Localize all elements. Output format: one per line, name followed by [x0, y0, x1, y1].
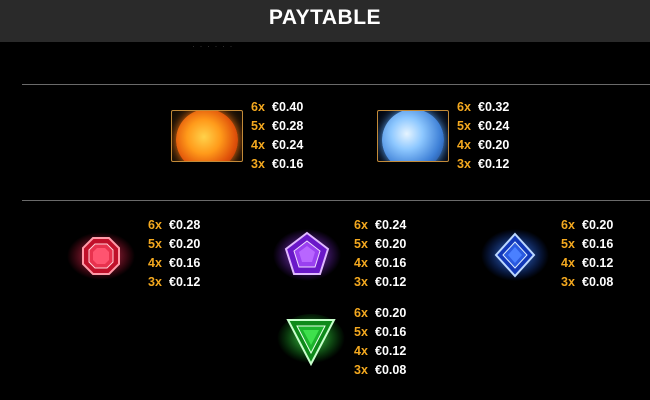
- pay-multiplier: 5x: [354, 237, 368, 251]
- pay-row: 5x €0.20: [354, 235, 406, 254]
- pay-multiplier: 5x: [251, 119, 265, 133]
- pay-multiplier: 6x: [457, 100, 471, 114]
- paytable-blue-gem: 6x €0.20 5x €0.16 4x €0.12 3x €0.08: [561, 216, 613, 292]
- pay-row: 4x €0.16: [148, 254, 200, 273]
- pay-row: 6x €0.32: [457, 98, 509, 117]
- pay-row: 4x €0.12: [561, 254, 613, 273]
- pay-multiplier: 3x: [354, 275, 368, 289]
- pay-row: 3x €0.12: [148, 273, 200, 292]
- moon-icon: [377, 110, 449, 162]
- pay-amount: €0.08: [375, 363, 407, 377]
- pay-row: 5x €0.16: [561, 235, 613, 254]
- pay-row: 5x €0.24: [457, 117, 509, 136]
- pay-multiplier: 6x: [354, 306, 368, 320]
- pay-row: 5x €0.28: [251, 117, 303, 136]
- pay-row: 5x €0.16: [354, 323, 406, 342]
- paytable-moon: 6x €0.32 5x €0.24 4x €0.20 3x €0.12: [457, 98, 509, 174]
- pay-row: 6x €0.28: [148, 216, 200, 235]
- paytable-sun: 6x €0.40 5x €0.28 4x €0.24 3x €0.16: [251, 98, 303, 174]
- pay-amount: €0.16: [582, 237, 614, 251]
- pay-amount: €0.12: [375, 344, 407, 358]
- pay-multiplier: 3x: [148, 275, 162, 289]
- pay-multiplier: 4x: [354, 344, 368, 358]
- divider-middle: [22, 200, 650, 201]
- pay-multiplier: 3x: [354, 363, 368, 377]
- pay-multiplier: 4x: [354, 256, 368, 270]
- pay-multiplier: 3x: [251, 157, 265, 171]
- pay-amount: €0.20: [478, 138, 510, 152]
- pay-amount: €0.20: [375, 306, 407, 320]
- pay-multiplier: 4x: [148, 256, 162, 270]
- blue-diamond-gem-icon: [480, 224, 550, 286]
- pay-multiplier: 6x: [354, 218, 368, 232]
- pay-row: 3x €0.12: [354, 273, 406, 292]
- pay-amount: €0.40: [272, 100, 304, 114]
- pay-amount: €0.12: [375, 275, 407, 289]
- pay-row: 6x €0.20: [354, 304, 406, 323]
- red-octagon-gem-icon: [66, 226, 136, 286]
- sun-icon: [171, 110, 243, 162]
- pay-row: 6x €0.40: [251, 98, 303, 117]
- pay-amount: €0.16: [375, 325, 407, 339]
- pay-multiplier: 4x: [561, 256, 575, 270]
- paytable-purple-gem: 6x €0.24 5x €0.20 4x €0.16 3x €0.12: [354, 216, 406, 292]
- pay-multiplier: 3x: [561, 275, 575, 289]
- pay-multiplier: 3x: [457, 157, 471, 171]
- pay-amount: €0.12: [478, 157, 510, 171]
- pay-row: 3x €0.08: [561, 273, 613, 292]
- pay-amount: €0.16: [375, 256, 407, 270]
- pay-amount: €0.20: [582, 218, 614, 232]
- pay-row: 3x €0.12: [457, 155, 509, 174]
- pay-multiplier: 6x: [561, 218, 575, 232]
- pay-multiplier: 4x: [457, 138, 471, 152]
- pay-row: 6x €0.20: [561, 216, 613, 235]
- faint-text: · · · · · ·: [192, 41, 234, 51]
- pay-amount: €0.16: [169, 256, 201, 270]
- pay-row: 3x €0.16: [251, 155, 303, 174]
- pay-multiplier: 5x: [354, 325, 368, 339]
- pay-multiplier: 6x: [251, 100, 265, 114]
- pay-amount: €0.24: [375, 218, 407, 232]
- pay-amount: €0.12: [582, 256, 614, 270]
- page-title: PAYTABLE: [268, 6, 382, 29]
- pay-amount: €0.24: [272, 138, 304, 152]
- green-triangle-gem-icon: [276, 312, 346, 374]
- pay-row: 3x €0.08: [354, 361, 406, 380]
- pay-amount: €0.24: [478, 119, 510, 133]
- pay-multiplier: 5x: [561, 237, 575, 251]
- divider-top: [22, 84, 650, 85]
- pay-amount: €0.08: [582, 275, 614, 289]
- paytable-red-gem: 6x €0.28 5x €0.20 4x €0.16 3x €0.12: [148, 216, 200, 292]
- pay-multiplier: 5x: [148, 237, 162, 251]
- pay-amount: €0.20: [169, 237, 201, 251]
- pay-multiplier: 4x: [251, 138, 265, 152]
- pay-multiplier: 6x: [148, 218, 162, 232]
- pay-amount: €0.28: [272, 119, 304, 133]
- pay-row: 4x €0.20: [457, 136, 509, 155]
- pay-multiplier: 5x: [457, 119, 471, 133]
- pay-row: 4x €0.16: [354, 254, 406, 273]
- pay-row: 4x €0.24: [251, 136, 303, 155]
- pay-amount: €0.28: [169, 218, 201, 232]
- pay-row: 4x €0.12: [354, 342, 406, 361]
- purple-pentagon-gem-icon: [272, 224, 342, 286]
- paytable-green-gem: 6x €0.20 5x €0.16 4x €0.12 3x €0.08: [354, 304, 406, 380]
- pay-amount: €0.16: [272, 157, 304, 171]
- pay-amount: €0.12: [169, 275, 201, 289]
- pay-row: 6x €0.24: [354, 216, 406, 235]
- pay-row: 5x €0.20: [148, 235, 200, 254]
- pay-amount: €0.20: [375, 237, 407, 251]
- pay-amount: €0.32: [478, 100, 510, 114]
